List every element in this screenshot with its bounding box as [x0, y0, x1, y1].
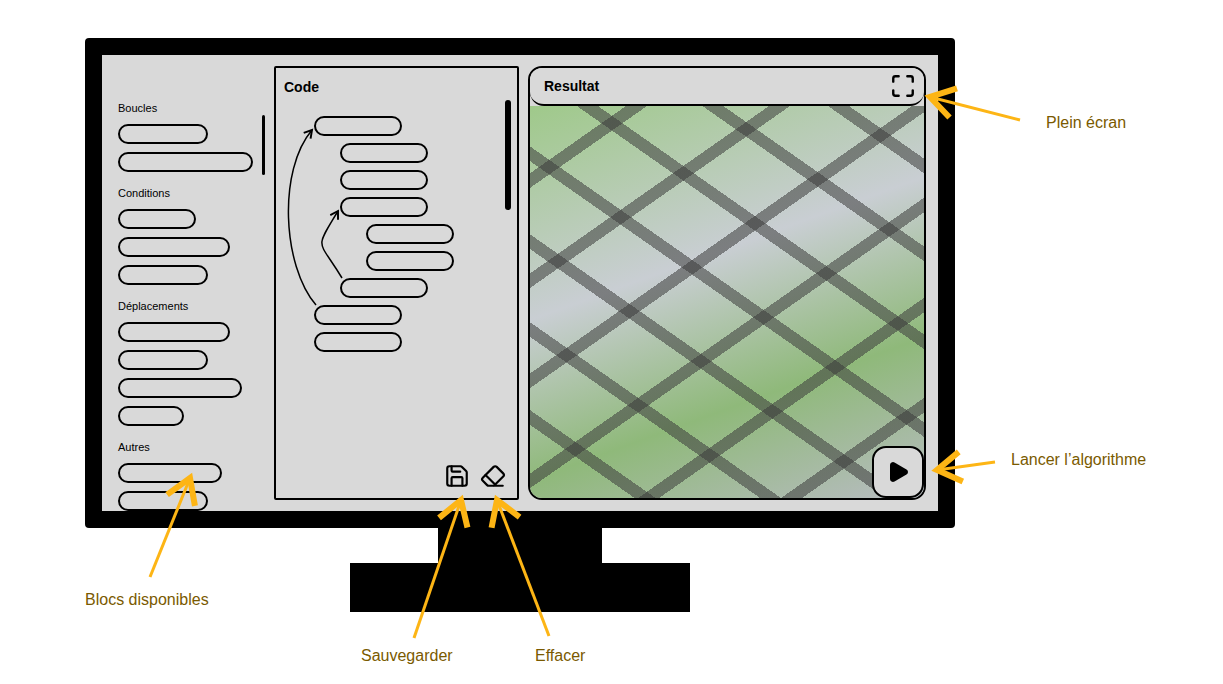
- callout-arrow: [497, 500, 549, 636]
- callout-label: Plein écran: [1046, 113, 1126, 133]
- callout-label: Blocs disponibles: [85, 590, 209, 610]
- palette-block[interactable]: [118, 406, 184, 426]
- palette-block[interactable]: [118, 491, 208, 511]
- code-toolbar: [284, 462, 507, 490]
- palette-block[interactable]: [118, 463, 222, 483]
- block-group-title: Boucles: [118, 101, 265, 115]
- erase-button[interactable]: [479, 462, 507, 490]
- loop-arrow: [288, 130, 316, 305]
- code-title: Code: [284, 78, 507, 96]
- code-scrollbar[interactable]: [505, 100, 511, 210]
- code-block[interactable]: [340, 278, 428, 298]
- code-block-list: [284, 116, 507, 352]
- monitor: Boucles Conditions Déplacements Autres Code R…: [85, 38, 955, 612]
- palette-block[interactable]: [118, 152, 253, 172]
- monitor-base: [350, 563, 690, 612]
- code-block[interactable]: [340, 170, 428, 190]
- callout-label: Effacer: [535, 646, 585, 666]
- result-panel: Resultat: [528, 66, 926, 500]
- palette-block[interactable]: [118, 265, 208, 285]
- city-picture: [530, 106, 924, 498]
- save-icon: [444, 463, 470, 489]
- loop-arrows: [276, 68, 521, 502]
- palette-block[interactable]: [118, 378, 242, 398]
- callout-arrow: [414, 500, 461, 638]
- palette-block[interactable]: [118, 124, 208, 144]
- palette-block[interactable]: [118, 350, 208, 370]
- callout-arrow: [930, 97, 1020, 120]
- block-group-title: Autres: [118, 440, 265, 454]
- result-header: Resultat: [530, 68, 924, 106]
- code-block[interactable]: [314, 116, 402, 136]
- callout-label: Sauvegarder: [361, 646, 453, 666]
- mockup-canvas: Boucles Conditions Déplacements Autres Code R…: [0, 0, 1223, 684]
- palette-block[interactable]: [118, 237, 230, 257]
- block-group: Boucles: [118, 101, 265, 172]
- fullscreen-button[interactable]: [890, 73, 916, 99]
- code-block[interactable]: [366, 224, 454, 244]
- palette-block[interactable]: [118, 322, 230, 342]
- callout-label: Lancer l’algorithme: [1011, 450, 1146, 470]
- code-block[interactable]: [340, 197, 428, 217]
- run-button[interactable]: [872, 446, 924, 498]
- palette-scrollbar[interactable]: [262, 115, 265, 175]
- block-group: Déplacements: [118, 299, 265, 426]
- palette-block[interactable]: [118, 209, 196, 229]
- save-button[interactable]: [443, 462, 471, 490]
- block-palette: Boucles Conditions Déplacements Autres: [102, 55, 265, 511]
- callout-arrow: [150, 478, 190, 577]
- block-group: Conditions: [118, 186, 265, 285]
- code-block[interactable]: [340, 143, 428, 163]
- play-icon: [886, 460, 910, 484]
- block-group-title: Déplacements: [118, 299, 265, 313]
- monitor-frame: Boucles Conditions Déplacements Autres Code R…: [85, 38, 955, 528]
- block-group: Autres: [118, 440, 265, 511]
- loop-arrow: [322, 211, 342, 278]
- callout-arrows: [0, 0, 1223, 684]
- fullscreen-icon: [890, 73, 916, 99]
- eraser-icon: [480, 463, 506, 489]
- monitor-neck: [438, 528, 602, 563]
- block-group-title: Conditions: [118, 186, 265, 200]
- code-panel: Code: [274, 66, 519, 500]
- result-title: Resultat: [544, 77, 599, 95]
- code-block[interactable]: [366, 251, 454, 271]
- callout-arrow: [937, 462, 995, 470]
- code-block[interactable]: [314, 332, 402, 352]
- code-block[interactable]: [314, 305, 402, 325]
- screen: Boucles Conditions Déplacements Autres Code R…: [102, 55, 938, 511]
